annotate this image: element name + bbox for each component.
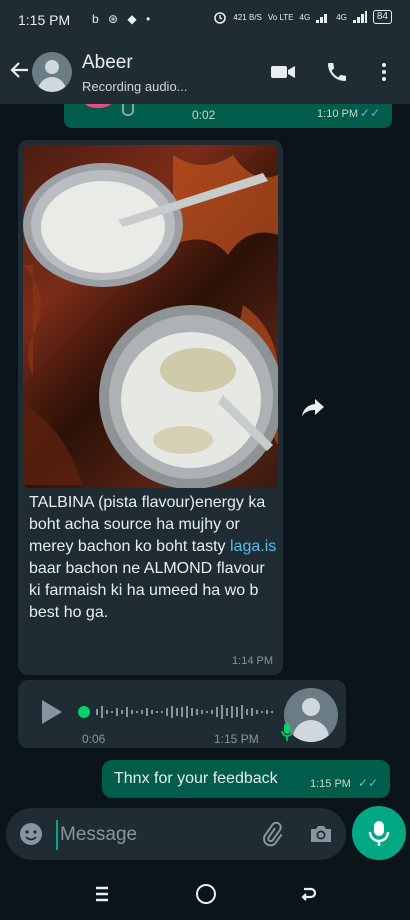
caption-text-2: baar bachon ne ALMOND flavour ki farmais… <box>29 560 265 621</box>
food-photo[interactable] <box>23 145 278 488</box>
forward-icon[interactable] <box>300 396 326 418</box>
outgoing-audio-message[interactable]: 0:02 1:10 PM ✓✓ <box>64 104 392 128</box>
message-time: 1:14 PM <box>232 655 273 667</box>
contact-avatar[interactable] <box>32 52 72 92</box>
status-right-icons: 421 B/S Vo LTE 4G 4G 84 <box>213 10 392 24</box>
camera-icon[interactable] <box>308 821 334 847</box>
nav-back-icon[interactable] <box>298 884 318 904</box>
contact-name[interactable]: Abeer <box>82 52 133 74</box>
image-caption: TALBINA (pista flavour)energy ka boht ac… <box>29 492 279 624</box>
audio-progress-handle[interactable] <box>78 706 90 718</box>
chat-header: Abeer Recording audio... <box>0 40 410 104</box>
alarm-icon <box>214 12 227 24</box>
mic-icon <box>281 723 293 741</box>
incoming-image-message[interactable]: TALBINA (pista flavour)energy ka boht ac… <box>18 140 283 675</box>
signal-icon <box>316 14 328 23</box>
network-type-label: 4G <box>299 12 311 22</box>
home-icon[interactable] <box>196 884 216 904</box>
message-text: Thnx for your feedback <box>114 770 278 787</box>
video-call-icon[interactable] <box>270 60 296 84</box>
back-arrow-icon[interactable] <box>8 58 32 82</box>
photo-drawing <box>23 155 278 488</box>
incoming-audio-message[interactable]: 0:06 1:15 PM <box>18 680 346 748</box>
message-time: 1:15 PM <box>310 778 351 790</box>
contact-status: Recording audio... <box>82 79 188 94</box>
battery-indicator: 84 <box>372 10 392 24</box>
caption-link[interactable]: laga.is <box>230 538 276 555</box>
sender-avatar-thumb <box>78 104 118 108</box>
record-voice-button[interactable] <box>352 806 406 860</box>
play-icon[interactable] <box>42 700 62 724</box>
system-navigation-bar <box>0 870 410 920</box>
message-composer <box>6 808 346 860</box>
notification-icons: b ⊛ ◆ • <box>92 12 154 26</box>
more-options-icon[interactable] <box>372 60 396 84</box>
network-speed: 421 B/S <box>233 12 262 22</box>
attach-icon[interactable] <box>258 821 284 847</box>
status-time: 1:15 PM <box>18 12 71 28</box>
network-type-label-2: 4G <box>336 12 347 22</box>
volte-label: Vo LTE <box>267 12 294 22</box>
read-ticks-icon: ✓✓ <box>357 776 378 790</box>
message-input[interactable] <box>56 820 252 850</box>
emoji-icon[interactable] <box>18 821 44 847</box>
outgoing-text-message[interactable]: Thnx for your feedback 1:15 PM ✓✓ <box>102 760 390 798</box>
microphone-icon <box>368 821 390 846</box>
audio-duration: 0:06 <box>82 732 106 746</box>
message-time: 1:10 PM <box>317 108 358 120</box>
chat-area[interactable]: 0:02 1:10 PM ✓✓ TALBINA (pista flavour)e… <box>0 104 410 800</box>
audio-waveform[interactable] <box>96 698 276 726</box>
audio-duration: 0:02 <box>192 108 216 122</box>
mic-icon <box>122 104 134 116</box>
voice-call-icon[interactable] <box>324 60 350 84</box>
recent-apps-icon[interactable] <box>92 884 112 904</box>
read-ticks-icon: ✓✓ <box>359 106 380 120</box>
message-time: 1:15 PM <box>214 732 259 746</box>
signal-icon-2 <box>352 11 367 23</box>
status-bar: 1:15 PM b ⊛ ◆ • 421 B/S Vo LTE 4G 4G 84 <box>0 0 410 40</box>
